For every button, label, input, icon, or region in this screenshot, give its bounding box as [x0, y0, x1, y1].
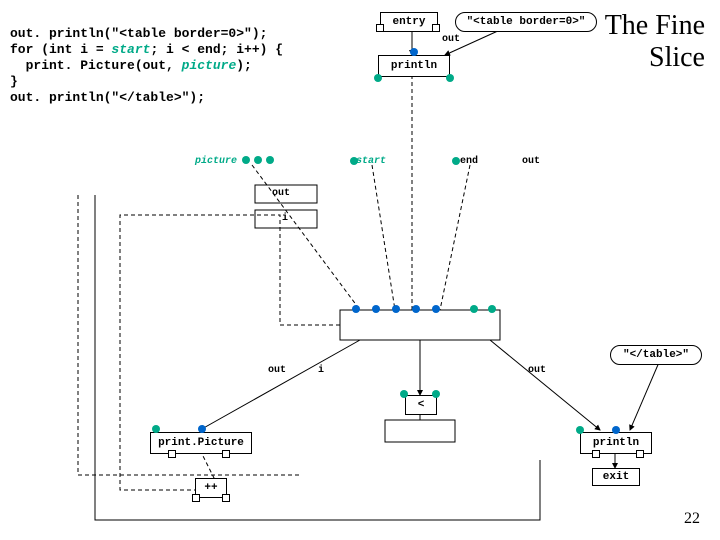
title-line2: Slice [649, 42, 705, 73]
entry-node: entry [380, 12, 438, 32]
dot-icon [350, 157, 358, 165]
dot-icon [410, 48, 418, 56]
print-picture-node: print.Picture [150, 432, 252, 454]
dot-icon [242, 156, 250, 164]
code-l2a: for (int i = [10, 42, 111, 57]
code-l4: } [10, 74, 18, 89]
port-icon [192, 494, 200, 502]
dot-icon [352, 305, 360, 313]
out-label-4: out [528, 365, 546, 376]
port-icon [222, 494, 230, 502]
picture-label: picture [195, 156, 237, 167]
out-label-1: out [522, 156, 540, 167]
lt-label: < [418, 399, 425, 411]
title-line1: The Fine [605, 10, 705, 41]
println2-label: println [593, 437, 639, 449]
code-l5: out. println("</table>"); [10, 90, 205, 105]
dot-icon [400, 390, 408, 398]
tb0-label: "<table border=0>" [467, 16, 586, 28]
dot-icon [576, 426, 584, 434]
dot-icon [254, 156, 262, 164]
code-l3c: ); [236, 58, 252, 73]
i-label-2: i [318, 365, 324, 376]
exit-label: exit [603, 471, 629, 483]
dot-icon [374, 74, 382, 82]
code-l3a: print. Picture(out, [10, 58, 182, 73]
slide-number: 22 [684, 510, 700, 528]
tbclose-label: "</table>" [623, 349, 689, 361]
slide-title: The Fine Slice [605, 10, 705, 74]
port-icon [222, 450, 230, 458]
out-label-2: out [272, 188, 290, 199]
print-picture-label: print.Picture [158, 437, 244, 449]
port-icon [636, 450, 644, 458]
string-table-open-node: "<table border=0>" [455, 12, 597, 32]
dot-icon [452, 157, 460, 165]
println1-node: println [378, 55, 450, 77]
out-label-3: out [268, 365, 286, 376]
dot-icon [612, 426, 620, 434]
port-icon [432, 24, 440, 32]
dot-icon [432, 305, 440, 313]
entry-label: entry [392, 16, 425, 28]
code-l3b: picture [182, 58, 237, 73]
port-icon [376, 24, 384, 32]
inc-label: ++ [204, 482, 217, 494]
code-l2c: ; i < end; i++) { [150, 42, 283, 57]
code-block: out. println("<table border=0>"); for (i… [10, 26, 283, 106]
code-l1: out. println("<table border=0>"); [10, 26, 267, 41]
exit-node: exit [592, 468, 640, 486]
dot-icon [446, 74, 454, 82]
dot-icon [392, 305, 400, 313]
dot-icon [412, 305, 420, 313]
i-label: i [282, 213, 288, 224]
start-label: start [356, 156, 386, 167]
dot-icon [266, 156, 274, 164]
lt-node: < [405, 395, 437, 415]
out-port-label: out [442, 34, 460, 45]
dot-icon [470, 305, 478, 313]
dot-icon [432, 390, 440, 398]
port-icon [592, 450, 600, 458]
code-l2b: start [111, 42, 150, 57]
dot-icon [372, 305, 380, 313]
end-label: end [460, 156, 478, 167]
string-table-close-node: "</table>" [610, 345, 702, 365]
dot-icon [488, 305, 496, 313]
println1-label: println [391, 60, 437, 72]
dot-icon [198, 425, 206, 433]
port-icon [168, 450, 176, 458]
dot-icon [152, 425, 160, 433]
